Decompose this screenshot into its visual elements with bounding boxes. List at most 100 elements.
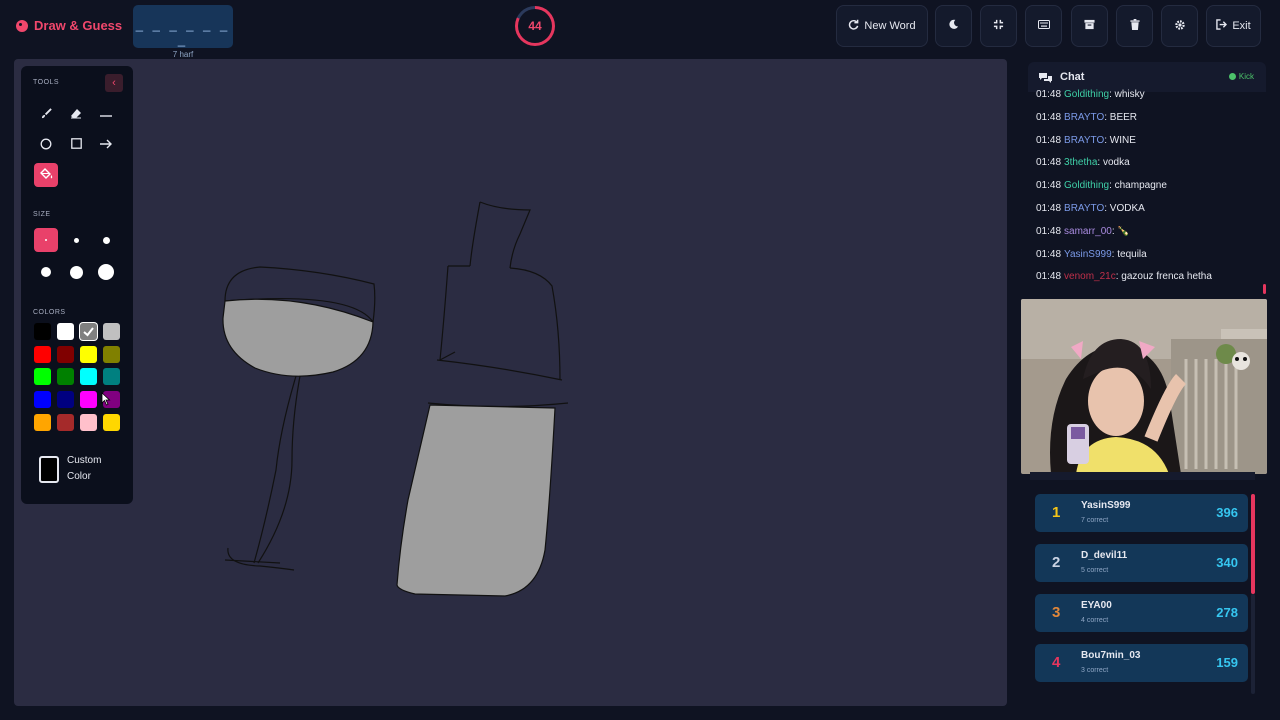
word-display: _ _ _ _ _ _ _ 7 harf xyxy=(133,5,233,59)
size-option-5[interactable] xyxy=(64,260,88,284)
message-user: BRAYTO xyxy=(1064,111,1105,123)
message-time: 01:48 xyxy=(1036,271,1062,283)
chat-status-label: Kick xyxy=(1238,72,1254,81)
color-swatch[interactable] xyxy=(34,346,51,363)
custom-color-swatch xyxy=(39,456,59,483)
message-time: 01:48 xyxy=(1036,89,1062,100)
message-user: YasinS999 xyxy=(1064,248,1112,260)
message-time: 01:48 xyxy=(1036,180,1062,192)
message-text: : vodka xyxy=(1097,157,1130,169)
mouse-cursor-icon xyxy=(101,392,111,406)
color-swatch[interactable] xyxy=(103,346,120,363)
moon-icon xyxy=(948,19,959,33)
color-swatch[interactable] xyxy=(80,346,97,363)
color-swatch[interactable] xyxy=(57,323,74,340)
color-swatch[interactable] xyxy=(34,368,51,385)
webcam-video xyxy=(1021,299,1267,474)
archive-icon xyxy=(1084,19,1095,33)
exit-label: Exit xyxy=(1232,20,1251,32)
color-swatch[interactable] xyxy=(34,391,51,408)
custom-color-button[interactable]: Custom Color xyxy=(33,448,123,488)
tool-arrow[interactable] xyxy=(94,133,118,157)
message-time: 01:48 xyxy=(1036,225,1062,237)
line-icon xyxy=(100,109,112,121)
fullscreen-button[interactable] xyxy=(980,5,1017,47)
leaderboard-scrollbar[interactable] xyxy=(1251,494,1255,594)
collapse-panel-button[interactable]: ‹ xyxy=(105,74,123,92)
color-swatch[interactable] xyxy=(103,323,120,340)
color-swatch[interactable] xyxy=(57,414,74,431)
player-rank: 1 xyxy=(1052,504,1061,521)
size-label: SIZE xyxy=(33,211,51,218)
chat-scrollbar[interactable] xyxy=(1263,284,1266,294)
size-option-4[interactable] xyxy=(34,260,58,284)
eraser-icon xyxy=(70,108,82,122)
size-option-3[interactable] xyxy=(94,228,118,252)
player-rank: 4 xyxy=(1052,654,1061,671)
chat-message: 01:48 samarr_00: 🍾 xyxy=(1036,226,1264,249)
tool-fill[interactable] xyxy=(34,163,58,187)
message-user: Goldithing xyxy=(1064,180,1110,192)
exit-button[interactable]: Exit xyxy=(1206,5,1261,47)
chat-header: Chat Kick xyxy=(1028,62,1266,92)
tools-title: TOOLS xyxy=(33,79,60,86)
color-swatch[interactable] xyxy=(80,414,97,431)
archive-button[interactable] xyxy=(1071,5,1108,47)
leaderboard-row: 3 EYA00 4 correct 278 xyxy=(1035,594,1248,632)
leaderboard-row: 2 D_devil11 5 correct 340 xyxy=(1035,544,1248,582)
new-word-button[interactable]: New Word xyxy=(836,5,928,47)
tool-circle[interactable] xyxy=(34,133,58,157)
tool-line[interactable] xyxy=(94,103,118,127)
message-user: venom_21c xyxy=(1064,271,1116,283)
message-user: samarr_00 xyxy=(1064,225,1112,237)
color-swatch[interactable] xyxy=(103,368,120,385)
color-swatch[interactable] xyxy=(34,414,51,431)
color-swatch[interactable] xyxy=(57,346,74,363)
player-name: EYA00 xyxy=(1081,600,1112,611)
check-icon xyxy=(83,327,94,337)
message-time: 01:48 xyxy=(1036,157,1062,169)
color-swatch[interactable] xyxy=(57,368,74,385)
keyboard-button[interactable] xyxy=(1025,5,1062,47)
chat-message: 01:48 BRAYTO: VODKA xyxy=(1036,203,1264,226)
color-swatch[interactable] xyxy=(103,414,120,431)
sign-out-icon xyxy=(1216,19,1228,33)
word-hint: 7 harf xyxy=(172,50,194,59)
top-bar: Draw & Guess _ _ _ _ _ _ _ 7 harf 44 New… xyxy=(0,0,1280,59)
trash-icon xyxy=(1129,19,1140,33)
color-swatch[interactable] xyxy=(57,391,74,408)
size-option-6[interactable] xyxy=(94,260,118,284)
tool-eraser[interactable] xyxy=(64,103,88,127)
size-option-2[interactable] xyxy=(64,228,88,252)
leaderboard-header xyxy=(1030,472,1255,480)
player-correct-count: 5 correct xyxy=(1081,567,1109,574)
settings-button[interactable] xyxy=(1161,5,1198,47)
leaderboard-scrollbar-track xyxy=(1251,594,1255,694)
color-swatch[interactable] xyxy=(80,391,97,408)
theme-toggle-button[interactable] xyxy=(935,5,972,47)
message-text: : 🍾 xyxy=(1111,225,1130,237)
size-dot xyxy=(98,264,114,280)
clear-canvas-button[interactable] xyxy=(1116,5,1153,47)
message-user: BRAYTO xyxy=(1064,134,1105,146)
color-swatch[interactable] xyxy=(80,368,97,385)
color-swatch[interactable] xyxy=(80,323,97,340)
arrow-right-icon xyxy=(100,139,112,152)
sketch-drawing xyxy=(222,201,569,597)
app-brand: Draw & Guess xyxy=(16,18,122,33)
player-name: YasinS999 xyxy=(1081,500,1131,511)
circle-icon xyxy=(40,138,52,153)
drawing-canvas[interactable] xyxy=(14,59,1007,706)
player-score: 278 xyxy=(1216,605,1238,620)
chat-panel: Chat Kick 01:48 Goldithing: whisky 01:48 BR… xyxy=(1028,62,1266,297)
comments-icon xyxy=(1038,71,1053,89)
chat-messages: 01:48 Goldithing: whisky 01:48 BRAYTO: BEER… xyxy=(1036,89,1264,294)
size-dot xyxy=(41,267,51,277)
message-user: 3thetha xyxy=(1064,157,1098,169)
message-text: : champagne xyxy=(1109,180,1167,192)
tool-rectangle[interactable] xyxy=(64,133,88,157)
tool-brush[interactable] xyxy=(34,103,58,127)
leaderboard-row: 1 YasinS999 7 correct 396 xyxy=(1035,494,1248,532)
size-option-1[interactable] xyxy=(34,228,58,252)
color-swatch[interactable] xyxy=(34,323,51,340)
